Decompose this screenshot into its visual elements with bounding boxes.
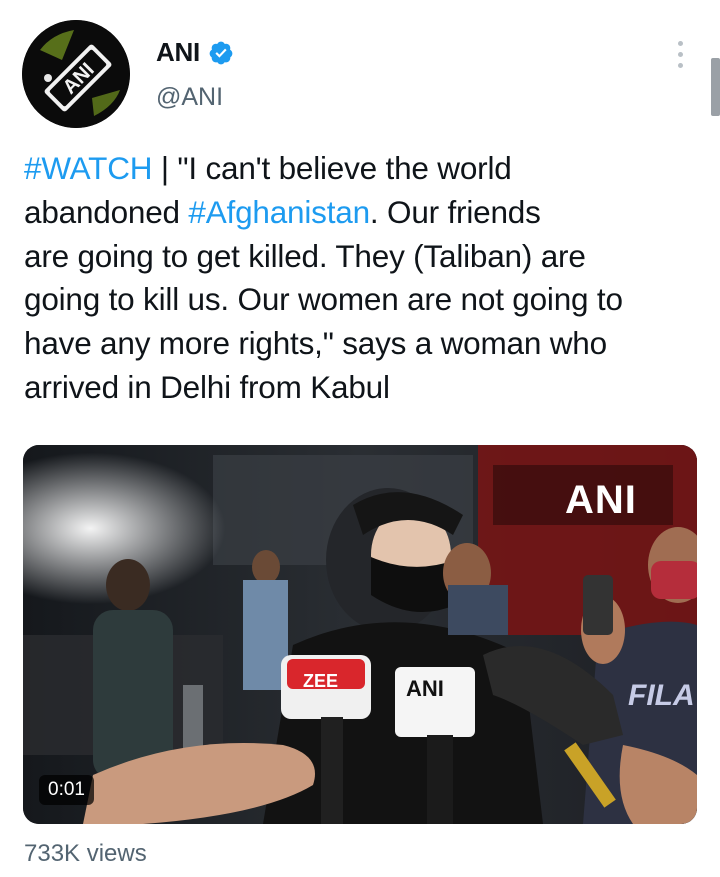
tweet-text-segment: have any more rights," says a woman who — [24, 325, 607, 362]
ani-logo-icon: ANI — [22, 20, 130, 128]
tweet-text-line: arrived in Delhi from Kabul — [24, 366, 704, 410]
verified-badge-icon — [208, 40, 234, 66]
dot — [677, 62, 683, 68]
user-handle[interactable]: @ANI — [156, 83, 223, 112]
tweet-text-segment: are going to get killed. They (Taliban) … — [24, 237, 586, 274]
shirt-text: FILA — [628, 679, 695, 712]
view-count: 733K views — [24, 840, 147, 867]
author-row: ANI — [156, 37, 234, 68]
hashtag-link[interactable]: #WATCH — [24, 150, 152, 186]
video-watermark: ANI — [565, 478, 637, 522]
tweet-text-segment: | "I can't believe the world — [152, 150, 512, 186]
tweet-text-segment: . Our friends — [369, 193, 541, 230]
dot — [677, 40, 683, 46]
tweet-text-line: abandoned #Afghanistan. Our friends — [24, 191, 704, 235]
tweet-text: #WATCH | "I can't believe the world aband… — [24, 147, 704, 410]
video-player[interactable]: ANI ZEE ANI FILA 0:01 — [23, 445, 697, 824]
tweet-text-segment: arrived in Delhi from Kabul — [24, 368, 390, 405]
tweet-text-segment: abandoned — [24, 193, 189, 230]
zee-mic-label: ZEE — [303, 671, 339, 691]
tweet-text-line: #WATCH | "I can't believe the world — [24, 147, 704, 191]
tweet: ANI ANI @ANI #WATCH | "I can't believe t… — [0, 0, 720, 877]
tweet-text-line: have any more rights," says a woman who — [24, 322, 704, 366]
display-name[interactable]: ANI — [156, 37, 200, 68]
scrollbar[interactable] — [711, 58, 720, 116]
tweet-text-line: are going to get killed. They (Taliban) … — [24, 235, 704, 279]
hashtag-link[interactable]: #Afghanistan — [188, 194, 370, 230]
more-options-button[interactable] — [668, 34, 692, 74]
dot — [677, 51, 683, 57]
ani-mic-label: ANI — [406, 676, 444, 701]
video-duration-badge: 0:01 — [39, 775, 94, 805]
tweet-text-segment: going to kill us. Our women are not goin… — [24, 281, 623, 318]
avatar[interactable]: ANI — [22, 20, 130, 128]
tweet-text-line: going to kill us. Our women are not goin… — [24, 278, 704, 322]
